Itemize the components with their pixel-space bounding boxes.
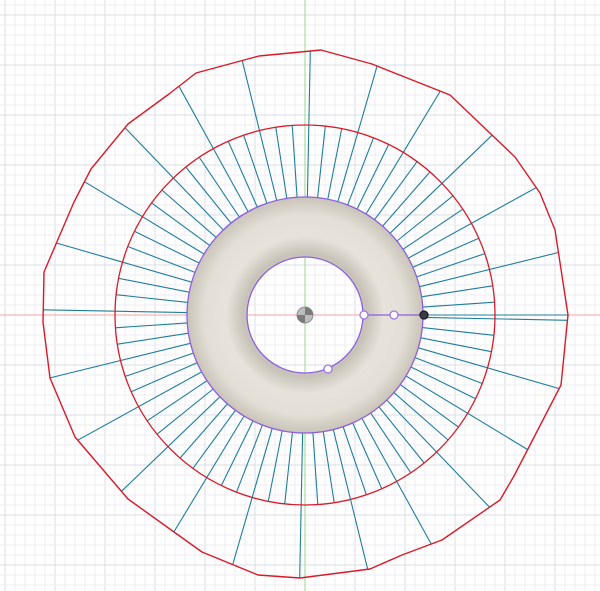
sketch-svg[interactable]: [0, 0, 600, 591]
long-ray-line[interactable]: [418, 347, 560, 390]
short-ray-line[interactable]: [116, 294, 188, 303]
origin-icon: [296, 306, 314, 324]
long-ray-line[interactable]: [232, 428, 273, 565]
outer-edge-handle[interactable]: [419, 310, 429, 320]
short-ray-line[interactable]: [352, 422, 383, 490]
long-ray-line[interactable]: [84, 181, 205, 255]
short-ray-line[interactable]: [356, 144, 390, 210]
long-ray-line[interactable]: [77, 371, 202, 441]
short-ray-line[interactable]: [134, 230, 200, 264]
short-ray-line[interactable]: [130, 362, 198, 393]
inner-edge-handle[interactable]: [359, 310, 369, 320]
short-ray-line[interactable]: [220, 420, 254, 486]
mid-handle[interactable]: [389, 310, 399, 320]
grid: [0, 0, 600, 591]
short-ray-line[interactable]: [284, 432, 293, 504]
bottom-handle[interactable]: [323, 364, 333, 374]
short-ray-line[interactable]: [227, 140, 258, 208]
short-ray-line[interactable]: [317, 126, 326, 198]
short-ray-line[interactable]: [410, 366, 476, 400]
short-ray-line[interactable]: [412, 237, 480, 268]
sketch-canvas[interactable]: [0, 0, 600, 591]
long-ray-line[interactable]: [408, 187, 537, 259]
short-ray-line[interactable]: [422, 327, 494, 336]
